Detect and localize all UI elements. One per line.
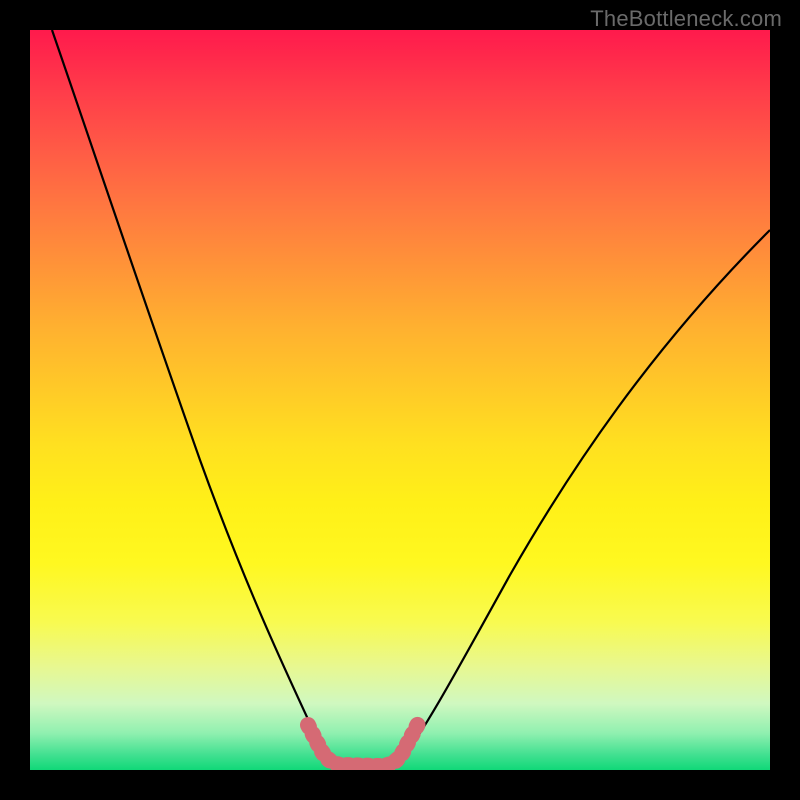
- watermark-label: TheBottleneck.com: [590, 6, 782, 32]
- curve-layer: [30, 30, 770, 770]
- plot-area: [30, 30, 770, 770]
- right-curve: [400, 230, 770, 762]
- floor-band: [308, 724, 418, 766]
- chart-frame: TheBottleneck.com: [0, 0, 800, 800]
- left-curve: [52, 30, 326, 762]
